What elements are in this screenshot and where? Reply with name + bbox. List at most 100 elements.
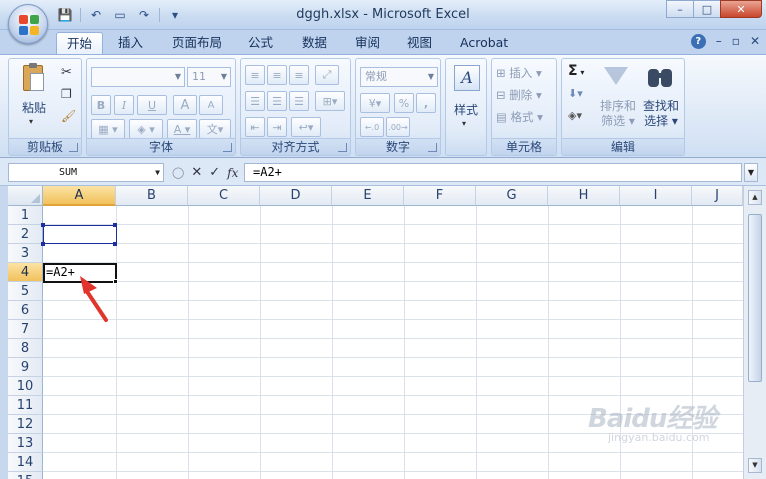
number-format-combo[interactable]: 常规 ▼ bbox=[360, 67, 438, 87]
row-header-12[interactable]: 12 bbox=[8, 415, 43, 434]
row-header-7[interactable]: 7 bbox=[8, 320, 43, 339]
percent-button[interactable]: % bbox=[394, 93, 414, 113]
row-header-9[interactable]: 9 bbox=[8, 358, 43, 377]
tab-review[interactable]: 审阅 bbox=[345, 32, 390, 54]
styles-dropdown-icon[interactable]: ▾ bbox=[462, 119, 466, 128]
row-header-8[interactable]: 8 bbox=[8, 339, 43, 358]
decrease-indent-button[interactable]: ⇤ bbox=[245, 117, 265, 137]
fill-color-button[interactable]: ◈ ▾ bbox=[129, 119, 163, 139]
clear-icon[interactable]: ◈▾ bbox=[568, 109, 582, 122]
row-header-13[interactable]: 13 bbox=[8, 434, 43, 453]
column-header-e[interactable]: E bbox=[332, 186, 404, 206]
increase-decimal-button[interactable]: ←.0 bbox=[360, 117, 384, 137]
delete-cells-button[interactable]: ⊟ 删除 ▾ bbox=[496, 87, 542, 103]
italic-button[interactable]: I bbox=[114, 95, 134, 115]
select-all-button[interactable] bbox=[8, 186, 43, 206]
tab-acrobat[interactable]: Acrobat bbox=[450, 32, 518, 54]
ribbon-close-icon[interactable]: ✕ bbox=[750, 34, 760, 49]
borders-button[interactable]: ▦ ▾ bbox=[91, 119, 125, 139]
format-cells-button[interactable]: ▤ 格式 ▾ bbox=[496, 109, 543, 125]
number-launcher-icon[interactable] bbox=[428, 143, 437, 152]
help-icon[interactable]: ? bbox=[690, 34, 706, 49]
fill-icon[interactable]: ⬇▾ bbox=[568, 87, 583, 100]
font-launcher-icon[interactable] bbox=[223, 143, 232, 152]
find-select-button[interactable]: 查找和 选择 ▾ bbox=[638, 99, 684, 129]
tab-insert[interactable]: 插入 bbox=[108, 32, 153, 54]
row-header-14[interactable]: 14 bbox=[8, 453, 43, 472]
referenced-cell-a2[interactable] bbox=[43, 225, 117, 244]
sort-filter-button[interactable]: 排序和 筛选 ▾ bbox=[596, 99, 640, 129]
font-color-button[interactable]: A ▾ bbox=[167, 119, 197, 139]
formula-input[interactable]: =A2+ bbox=[244, 163, 742, 182]
tab-view[interactable]: 视图 bbox=[397, 32, 442, 54]
paste-dropdown-icon[interactable]: ▾ bbox=[29, 117, 33, 126]
alignment-launcher-icon[interactable] bbox=[338, 143, 347, 152]
column-header-h[interactable]: H bbox=[548, 186, 620, 206]
row-header-4[interactable]: 4 bbox=[8, 263, 43, 282]
phonetic-button[interactable]: 文▾ bbox=[199, 119, 231, 139]
tab-data[interactable]: 数据 bbox=[292, 32, 337, 54]
row-header-10[interactable]: 10 bbox=[8, 377, 43, 396]
tab-home[interactable]: 开始 bbox=[56, 32, 104, 54]
bold-button[interactable]: B bbox=[91, 95, 111, 115]
row-header-11[interactable]: 11 bbox=[8, 396, 43, 415]
name-box[interactable]: SUM ▼ bbox=[8, 163, 164, 182]
enter-icon[interactable]: ✓ bbox=[209, 165, 220, 180]
cancel-icon[interactable]: ✕ bbox=[191, 165, 202, 180]
column-header-i[interactable]: I bbox=[620, 186, 692, 206]
sort-filter-icon[interactable] bbox=[604, 65, 630, 91]
row-header-1[interactable]: 1 bbox=[8, 206, 43, 225]
insert-cells-button[interactable]: ⊞ 插入 ▾ bbox=[496, 65, 542, 81]
minimize-button[interactable]: – bbox=[666, 0, 694, 18]
copy-icon[interactable]: ❐ bbox=[61, 87, 72, 101]
clipboard-launcher-icon[interactable] bbox=[69, 143, 78, 152]
expand-formula-bar-icon[interactable]: ▼ bbox=[744, 163, 758, 182]
scroll-thumb[interactable] bbox=[748, 214, 762, 382]
column-header-d[interactable]: D bbox=[260, 186, 332, 206]
align-right-button[interactable]: ☰ bbox=[289, 91, 309, 111]
styles-button[interactable]: 样式 bbox=[446, 101, 486, 118]
close-button[interactable]: ✕ bbox=[720, 0, 762, 18]
reference-handle[interactable] bbox=[113, 223, 117, 227]
font-name-combo[interactable]: ▼ bbox=[91, 67, 185, 87]
insert-function-icon[interactable]: fx bbox=[227, 166, 238, 180]
ribbon-restore-icon[interactable]: ▫ bbox=[732, 34, 740, 49]
align-bottom-button[interactable]: ≡ bbox=[289, 65, 309, 85]
office-button[interactable] bbox=[8, 4, 48, 44]
column-header-c[interactable]: C bbox=[188, 186, 260, 206]
formula-options-icon[interactable]: ◯ bbox=[172, 166, 184, 179]
reference-handle[interactable] bbox=[41, 242, 45, 246]
tab-formulas[interactable]: 公式 bbox=[238, 32, 283, 54]
column-header-g[interactable]: G bbox=[476, 186, 548, 206]
align-left-button[interactable]: ☰ bbox=[245, 91, 265, 111]
grow-font-button[interactable]: A bbox=[173, 95, 197, 115]
ribbon-minimize-icon[interactable]: – bbox=[716, 34, 722, 49]
column-header-b[interactable]: B bbox=[116, 186, 188, 206]
paste-icon[interactable] bbox=[21, 63, 47, 97]
reference-handle[interactable] bbox=[113, 242, 117, 246]
column-header-f[interactable]: F bbox=[404, 186, 476, 206]
vertical-scrollbar[interactable]: ▲ ▼ bbox=[743, 186, 766, 479]
wrap-text-button[interactable]: ↩▾ bbox=[291, 117, 321, 137]
format-painter-icon[interactable]: 🖌 bbox=[61, 109, 76, 123]
scroll-down-icon[interactable]: ▼ bbox=[748, 458, 762, 473]
shrink-font-button[interactable]: A bbox=[199, 95, 223, 115]
paste-button[interactable]: 粘贴 bbox=[15, 99, 53, 116]
row-header-6[interactable]: 6 bbox=[8, 301, 43, 320]
underline-button[interactable]: U bbox=[137, 95, 167, 115]
row-header-15[interactable]: 15 bbox=[8, 472, 43, 479]
autosum-button[interactable]: Σ ▾ bbox=[568, 63, 584, 79]
tab-page-layout[interactable]: 页面布局 bbox=[162, 32, 232, 54]
maximize-button[interactable]: □ bbox=[693, 0, 721, 18]
column-header-a[interactable]: A bbox=[43, 186, 116, 206]
styles-icon[interactable]: A bbox=[454, 65, 480, 91]
find-select-icon[interactable] bbox=[646, 63, 676, 91]
align-top-button[interactable]: ≡ bbox=[245, 65, 265, 85]
currency-button[interactable]: ¥▾ bbox=[360, 93, 390, 113]
comma-button[interactable]: , bbox=[416, 93, 436, 113]
merge-button[interactable]: ⊞▾ bbox=[315, 91, 345, 111]
orientation-button[interactable]: ⤢ bbox=[315, 65, 339, 85]
scroll-up-icon[interactable]: ▲ bbox=[748, 190, 762, 205]
row-header-3[interactable]: 3 bbox=[8, 244, 43, 263]
align-middle-button[interactable]: ≡ bbox=[267, 65, 287, 85]
